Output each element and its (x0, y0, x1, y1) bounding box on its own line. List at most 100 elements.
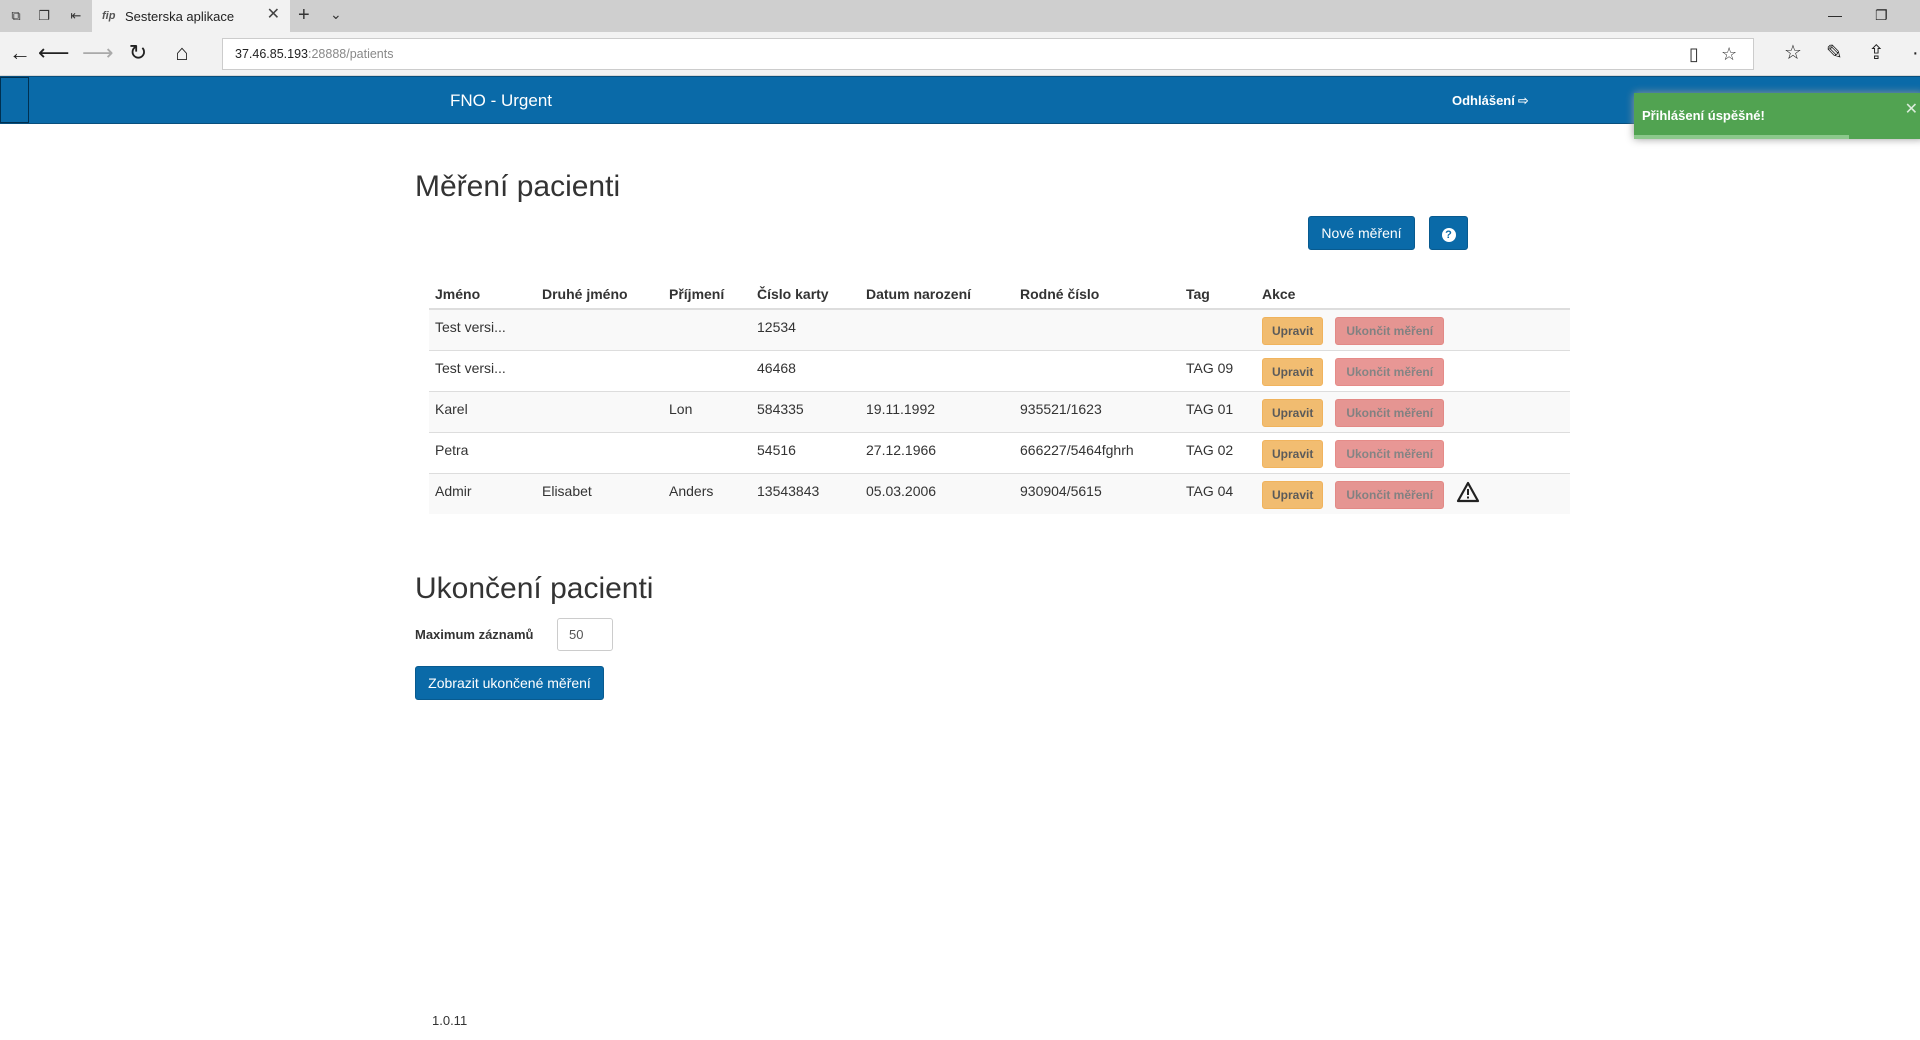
cell-last-name: Lon (663, 390, 751, 432)
cell-tag (1180, 308, 1256, 350)
col-card-number: Číslo karty (751, 279, 860, 310)
cell-actions: Upravit Ukončit měření (1256, 308, 1570, 350)
cell-middle-name (536, 390, 663, 432)
measurements-title: Měření pacienti (415, 170, 621, 203)
toast-progress-bar (1634, 135, 1849, 139)
browser-address-bar: ← ⟵ ⟶ ↻ ⌂ 37.46.85.193:28888/patients ▯ … (0, 32, 1920, 76)
favicon-icon: fip (102, 10, 116, 22)
back-arrow-icon[interactable]: ⟵ (38, 42, 70, 66)
close-tab-icon[interactable]: ✕ (267, 6, 280, 24)
cell-actions: Upravit Ukončit měření (1256, 349, 1570, 391)
cell-personal-number (1014, 308, 1180, 350)
login-success-toast[interactable]: Přihlášení úspěšné! ✕ (1634, 93, 1920, 139)
browser-tab-bar: ⧉ ❐ ⇤ fip Sesterska aplikace ✕ + ⌄ — ❐ (0, 0, 1920, 32)
table-row: Admir Elisabet Anders 13543843 05.03.200… (429, 472, 1570, 514)
cell-first-name: Test versi... (429, 308, 536, 350)
cell-first-name: Test versi... (429, 349, 536, 391)
restore-icon[interactable]: ❐ (1875, 6, 1888, 24)
cell-birth-date: 19.11.1992 (860, 390, 1014, 432)
home-icon[interactable]: ⌂ (170, 42, 194, 66)
cell-middle-name (536, 431, 663, 473)
more-icon[interactable]: · (1912, 42, 1919, 64)
cell-tag: TAG 01 (1180, 390, 1256, 432)
favorites-icon[interactable]: ☆ (1784, 42, 1802, 64)
cell-birth-date: 05.03.2006 (860, 472, 1014, 514)
col-first-name: Jméno (429, 279, 536, 310)
cell-card-number: 584335 (751, 390, 860, 432)
toast-message: Přihlášení úspěšné! (1642, 108, 1765, 123)
cell-personal-number: 935521/1623 (1014, 390, 1180, 432)
show-ended-button[interactable]: Zobrazit ukončené měření (415, 666, 604, 700)
patients-table: Jméno Druhé jméno Příjmení Číslo karty D… (429, 279, 1570, 514)
notes-pen-icon[interactable]: ✎ (1826, 42, 1843, 64)
warning-icon[interactable] (1456, 481, 1480, 506)
cell-card-number: 13543843 (751, 472, 860, 514)
refresh-icon[interactable]: ↻ (126, 42, 150, 66)
reading-view-icon[interactable]: ▯ (1689, 44, 1699, 65)
cell-tag: TAG 04 (1180, 472, 1256, 514)
nav-toggle[interactable] (0, 77, 29, 123)
cell-last-name (663, 349, 751, 391)
col-tag: Tag (1180, 279, 1256, 310)
favorite-star-icon[interactable]: ☆ (1721, 44, 1737, 65)
close-icon[interactable]: ✕ (1905, 99, 1918, 119)
brand-title[interactable]: FNO - Urgent (450, 91, 552, 111)
col-birth-date: Datum narození (860, 279, 1014, 310)
cell-card-number: 46468 (751, 349, 860, 391)
tab-title: Sesterska aplikace (125, 9, 235, 24)
col-actions: Akce (1256, 279, 1570, 310)
app-version: 1.0.11 (432, 1013, 468, 1028)
end-measurement-button[interactable]: Ukončit měření (1335, 398, 1445, 427)
ended-title: Ukončení pacienti (415, 572, 654, 605)
end-measurement-button[interactable]: Ukončit měření (1335, 317, 1445, 345)
end-measurement-button[interactable]: Ukončit měření (1335, 357, 1445, 386)
cell-personal-number: 930904/5615 (1014, 472, 1180, 514)
forward-icon[interactable]: ⟶ (82, 42, 114, 66)
edit-button[interactable]: Upravit (1262, 317, 1324, 345)
url-field[interactable]: 37.46.85.193:28888/patients ▯ ☆ (222, 38, 1754, 70)
edit-button[interactable]: Upravit (1262, 357, 1324, 386)
tabs-aside-icon[interactable]: ⧉ (8, 8, 24, 24)
cell-actions: Upravit Ukončit měření (1256, 390, 1570, 432)
col-personal-number: Rodné číslo (1014, 279, 1180, 310)
logout-icon: ⇨ (1517, 93, 1529, 108)
minimize-icon[interactable]: — (1828, 6, 1842, 24)
cell-middle-name (536, 308, 663, 350)
cell-birth-date: 27.12.1966 (860, 431, 1014, 473)
url-text: 37.46.85.193:28888/patients (235, 47, 394, 61)
cell-last-name: Anders (663, 472, 751, 514)
cell-birth-date (860, 349, 1014, 391)
cell-first-name: Petra (429, 431, 536, 473)
browser-tab[interactable]: fip Sesterska aplikace ✕ (92, 0, 290, 32)
show-tabs-icon[interactable]: ❐ (36, 8, 52, 24)
new-tab-icon[interactable]: + (298, 4, 310, 26)
cell-card-number: 54516 (751, 431, 860, 473)
cell-tag: TAG 09 (1180, 349, 1256, 391)
table-row: Karel Lon 584335 19.11.1992 935521/1623 … (429, 390, 1570, 432)
table-row: Test versi... 46468 TAG 09 Upravit Ukonči… (429, 349, 1570, 391)
cell-actions: Upravit Ukončit měření (1256, 431, 1570, 473)
logout-link[interactable]: Odhlášení ⇨ (1452, 93, 1529, 109)
cell-birth-date (860, 308, 1014, 350)
edit-button[interactable]: Upravit (1262, 480, 1324, 509)
back-icon[interactable]: ← (8, 42, 32, 66)
edit-button[interactable]: Upravit (1262, 398, 1324, 427)
new-measurement-button[interactable]: Nové měření (1308, 216, 1415, 250)
edit-button[interactable]: Upravit (1262, 439, 1324, 468)
share-icon[interactable]: ⇪ (1868, 42, 1885, 64)
cell-personal-number: 666227/5464fghrh (1014, 431, 1180, 473)
chevron-down-icon[interactable]: ⌄ (330, 6, 342, 23)
table-row: Petra 54516 27.12.1966 666227/5464fghrh … (429, 431, 1570, 473)
max-records-input[interactable] (557, 618, 613, 651)
help-button[interactable]: ? (1429, 216, 1468, 250)
question-circle-icon: ? (1441, 228, 1456, 242)
cell-tag: TAG 02 (1180, 431, 1256, 473)
end-measurement-button[interactable]: Ukončit měření (1335, 480, 1445, 509)
cell-card-number: 12534 (751, 308, 860, 350)
table-row: Test versi... 12534 Upravit Ukončit měřen… (429, 308, 1570, 350)
end-measurement-button[interactable]: Ukončit měření (1335, 439, 1445, 468)
cell-personal-number (1014, 349, 1180, 391)
tab-preview-icon[interactable]: ⇤ (68, 8, 84, 24)
cell-middle-name (536, 349, 663, 391)
cell-last-name (663, 308, 751, 350)
